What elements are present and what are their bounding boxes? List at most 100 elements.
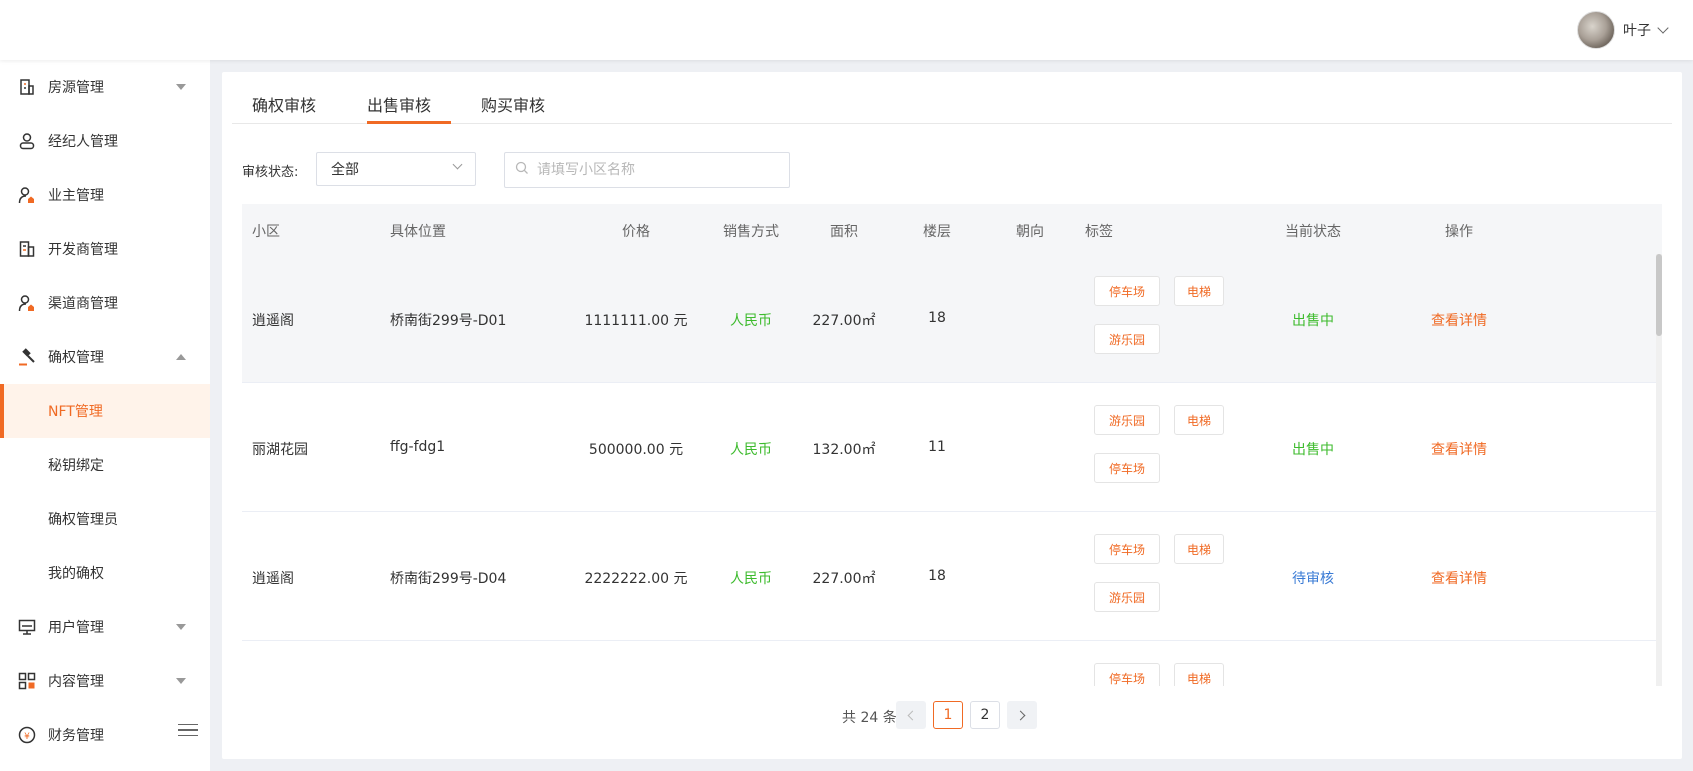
active-tab-indicator	[367, 121, 451, 124]
sale-review-table: 小区 具体位置 价格 销售方式 面积 楼层 朝向 标签 当前状态 操作 逍遥阁 …	[242, 204, 1662, 686]
table-row[interactable]: 逍遥阁 桥南街299号-D04 2222222.00 元 人民币 227.00㎡…	[242, 512, 1662, 641]
table-row[interactable]: 丽湖花园 ffg-fdg1 500000.00 元 人民币 132.00㎡ 11…	[242, 383, 1662, 512]
floor-cell: 11	[928, 439, 946, 455]
community-cell: 逍遥阁	[252, 313, 294, 329]
table-header: 小区 具体位置 价格 销售方式 面积 楼层 朝向 标签 当前状态 操作	[242, 204, 1662, 254]
table-scrollbar[interactable]	[1656, 254, 1662, 686]
column-header: 价格	[622, 224, 650, 240]
sale-method-cell: 人民币	[730, 442, 772, 458]
price-cell: 2222222.00 元	[584, 571, 688, 587]
sidebar-item-channel[interactable]: 渠道商管理	[0, 276, 210, 330]
developer-icon	[18, 240, 36, 258]
page-button-2[interactable]: 2	[970, 701, 1000, 729]
status-badge: 出售中	[1292, 442, 1334, 458]
sidebar-item-agent[interactable]: 经纪人管理	[0, 114, 210, 168]
column-header: 小区	[252, 224, 280, 240]
sidebar-item-owner[interactable]: 业主管理	[0, 168, 210, 222]
sidebar-item-label: 业主管理	[48, 188, 104, 204]
sidebar-item-label: 财务管理	[48, 728, 104, 744]
tab-sale-review[interactable]: 出售审核	[367, 92, 431, 116]
grid-icon	[18, 672, 36, 690]
sidebar-item-rights[interactable]: 确权管理	[0, 330, 210, 384]
sidebar-item-label: 经纪人管理	[48, 134, 118, 150]
chevron-right-icon	[1015, 710, 1026, 720]
floor-cell: 18	[928, 310, 946, 326]
location-cell: ffg-fdg1	[390, 439, 446, 455]
table-row[interactable]: 逍遥阁 桥南街299号-D01 1111111.00 元 人民币 227.00㎡…	[242, 254, 1662, 383]
pagination: 共 24 条 1 2	[222, 700, 1682, 730]
column-header: 面积	[830, 224, 858, 240]
chevron-down-icon	[452, 159, 463, 170]
sidebar-item-label: 内容管理	[48, 674, 104, 690]
area-cell: 227.00㎡	[812, 571, 876, 587]
sidebar-subitem-rights-admin[interactable]: 确权管理员	[0, 492, 210, 546]
column-header: 操作	[1445, 224, 1473, 240]
tab-purchase-review[interactable]: 购买审核	[481, 92, 545, 116]
tag: 停车场	[1094, 534, 1160, 564]
chevron-down-icon	[176, 84, 186, 90]
svg-text:¥: ¥	[24, 732, 30, 742]
view-details-link[interactable]: 查看详情	[1431, 310, 1487, 330]
sale-method-cell: 人民币	[730, 313, 772, 329]
monitor-icon	[18, 618, 36, 636]
table-row[interactable]: 停车场 电梯	[242, 641, 1662, 686]
column-header: 标签	[1085, 224, 1113, 240]
main-panel: 确权审核 出售审核 购买审核 审核状态: 全部 小区 具体位置 价格 销售方式 …	[222, 72, 1682, 759]
sidebar-item-label: 用户管理	[48, 620, 104, 636]
column-header: 具体位置	[390, 224, 446, 240]
sidebar-item-label: 房源管理	[48, 80, 104, 96]
next-page-button[interactable]	[1007, 701, 1037, 729]
sale-method-cell: 人民币	[730, 571, 772, 587]
chevron-down-icon	[176, 624, 186, 630]
tab-bar: 确权审核 出售审核 购买审核	[232, 72, 1672, 124]
column-header: 销售方式	[723, 224, 779, 240]
column-header: 楼层	[923, 224, 951, 240]
sidebar-item-users[interactable]: 用户管理	[0, 600, 210, 654]
status-badge: 待审核	[1292, 571, 1334, 587]
tag: 停车场	[1094, 453, 1160, 483]
sidebar-item-label: 渠道商管理	[48, 296, 118, 312]
area-cell: 227.00㎡	[812, 313, 876, 329]
sidebar-subitem-key-binding[interactable]: 秘钥绑定	[0, 438, 210, 492]
status-select[interactable]: 全部	[316, 152, 476, 186]
building-icon	[18, 78, 36, 96]
community-cell: 逍遥阁	[252, 571, 294, 587]
chevron-down-icon[interactable]	[1657, 22, 1669, 34]
sidebar-item-content[interactable]: 内容管理	[0, 654, 210, 708]
chevron-down-icon	[176, 678, 186, 684]
location-cell: 桥南街299号-D01	[390, 313, 507, 329]
tab-rights-review[interactable]: 确权审核	[252, 92, 316, 116]
scrollbar-thumb[interactable]	[1656, 254, 1662, 336]
price-cell: 500000.00 元	[588, 442, 684, 458]
tag: 电梯	[1174, 534, 1224, 564]
sidebar-subitem-my-rights[interactable]: 我的确权	[0, 546, 210, 600]
prev-page-button[interactable]	[896, 701, 926, 729]
price-cell: 1111111.00 元	[584, 313, 688, 329]
tag: 停车场	[1094, 663, 1160, 686]
search-input[interactable]	[537, 162, 777, 178]
sidebar: 房源管理 经纪人管理 业主管理 开发商管理 渠道商管理 确权管理 NFT管理 秘…	[0, 60, 210, 771]
sidebar-item-label: 确权管理	[48, 350, 104, 366]
user-menu[interactable]: 叶子	[1577, 11, 1669, 49]
user-name[interactable]: 叶子	[1623, 20, 1651, 40]
page-button-1[interactable]: 1	[933, 701, 963, 729]
column-header: 当前状态	[1285, 224, 1341, 240]
view-details-link[interactable]: 查看详情	[1431, 568, 1487, 588]
chevron-up-icon	[176, 354, 186, 360]
person-icon	[18, 132, 36, 150]
sidebar-item-property[interactable]: 房源管理	[0, 60, 210, 114]
channel-icon	[18, 294, 36, 312]
status-badge: 出售中	[1292, 313, 1334, 329]
sidebar-item-finance[interactable]: ¥ 财务管理	[0, 708, 210, 762]
column-header: 朝向	[1016, 224, 1044, 240]
avatar[interactable]	[1577, 11, 1615, 49]
sidebar-item-developer[interactable]: 开发商管理	[0, 222, 210, 276]
community-search[interactable]	[504, 152, 790, 188]
collapse-menu-icon[interactable]	[178, 724, 198, 740]
sidebar-subitem-nft[interactable]: NFT管理	[0, 384, 210, 438]
top-bar: 叶子	[0, 0, 1693, 60]
view-details-link[interactable]: 查看详情	[1431, 439, 1487, 459]
sidebar-item-label: 开发商管理	[48, 242, 118, 258]
tag: 电梯	[1174, 405, 1224, 435]
total-count: 共 24 条	[842, 710, 897, 726]
